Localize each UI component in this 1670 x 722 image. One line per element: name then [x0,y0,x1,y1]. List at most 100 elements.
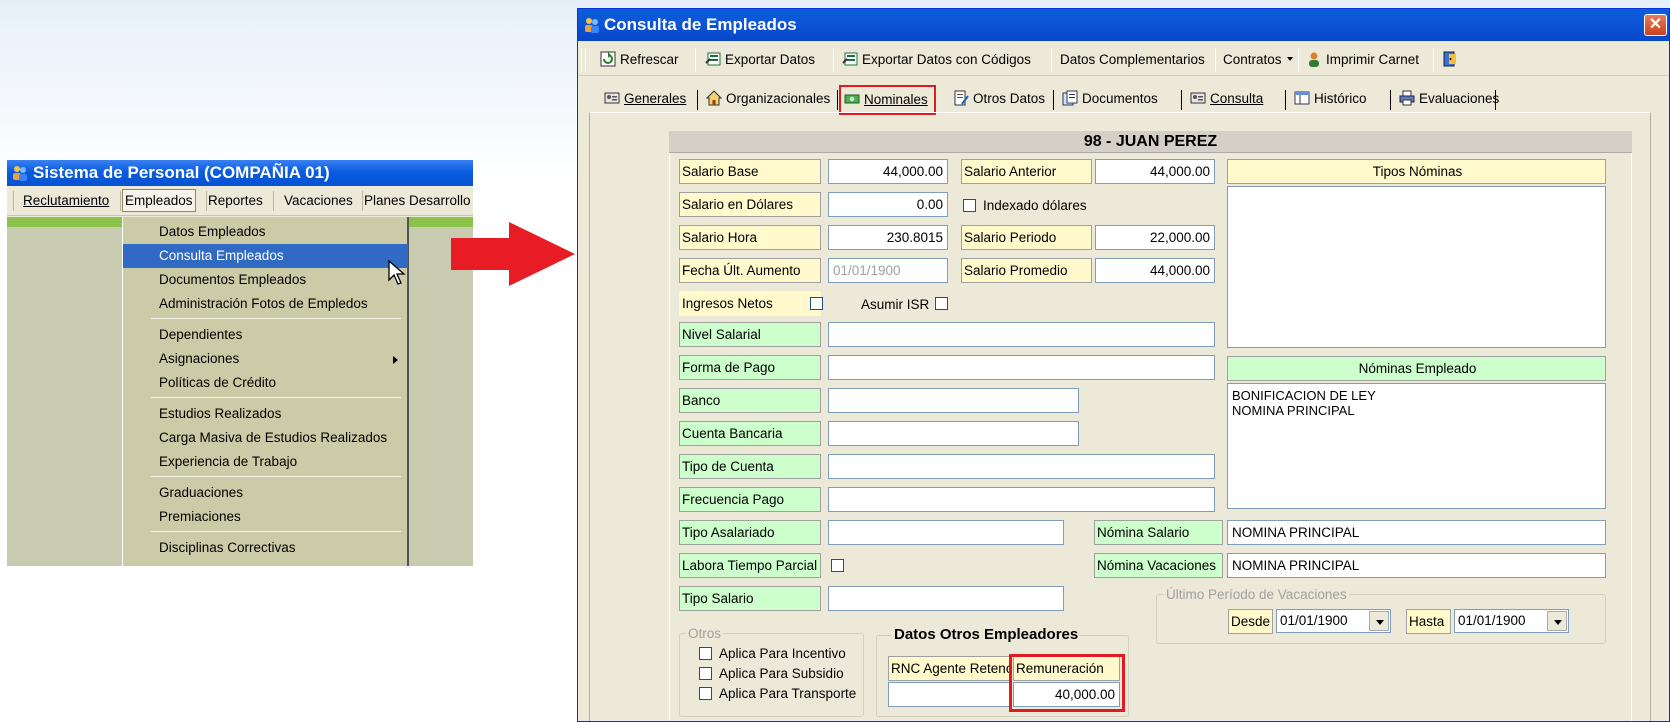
tab-documentos[interactable]: Documentos [1062,88,1158,110]
menu-datos-empleados[interactable]: Datos Empleados [123,220,408,244]
menu-vacaciones[interactable]: Vacaciones [284,193,353,208]
toolbar-separator [1433,48,1434,72]
menu-experiencia-trabajo[interactable]: Experiencia de Trabajo [123,450,408,474]
dropdown-arrow-icon[interactable] [1369,611,1389,631]
aplica-transporte-label: Aplica Para Transporte [719,686,857,701]
export-button[interactable]: Exportar Datos [705,49,815,71]
complementary-data-button[interactable]: Datos Complementarios [1060,49,1205,71]
people-icon [585,18,599,33]
desde-value: 01/01/1900 [1280,613,1348,628]
tab-generales-label: Generales [624,91,687,106]
asumir-isr-checkbox[interactable] [935,297,948,310]
hasta-date-picker[interactable]: 01/01/1900 [1454,609,1569,633]
toolbar-separator [695,48,696,72]
export-codes-button[interactable]: Exportar Datos con Códigos [842,49,1031,71]
tab-strip: Generales Organizacionales Nominales Otr… [578,85,1669,115]
nivel-salarial-field[interactable] [828,322,1215,347]
tipo-cuenta-field[interactable] [828,454,1215,479]
dropdown-arrow-icon[interactable] [1547,611,1567,631]
tab-organizacionales[interactable]: Organizacionales [706,88,830,110]
tab-nominales[interactable]: Nominales [839,85,936,115]
tab-nominales-label: Nominales [864,92,928,107]
tab-separator [1495,90,1496,110]
toolbar-separator [1298,48,1299,72]
tipo-asalariado-field[interactable] [828,520,1064,545]
aplica-subsidio-checkbox[interactable] [699,667,712,680]
indexado-dolares-checkbox[interactable] [963,199,976,212]
salario-base-field[interactable]: 44,000.00 [828,159,948,184]
menu-reclutamiento[interactable]: Reclutamiento [23,193,109,208]
nominas-empleado-list[interactable]: BONIFICACION DE LEY NOMINA PRINCIPAL [1227,383,1606,509]
printer-icon [1399,90,1415,106]
tipo-salario-label: Tipo Salario [679,586,821,611]
tipos-nominas-list[interactable] [1227,186,1606,348]
nomina-vacaciones-field[interactable]: NOMINA PRINCIPAL [1227,553,1606,578]
banco-field[interactable] [828,388,1079,413]
tab-separator [697,90,698,110]
tab-separator [1390,90,1391,110]
menu-reportes[interactable]: Reportes [208,193,263,208]
salario-periodo-field[interactable]: 22,000.00 [1095,225,1215,250]
aplica-subsidio-label: Aplica Para Subsidio [719,666,844,681]
toolbar-separator [1215,48,1216,72]
list-item[interactable]: NOMINA PRINCIPAL [1232,403,1601,418]
menu-separator [151,476,401,477]
menu-estudios-realizados[interactable]: Estudios Realizados [123,402,408,426]
id-card-icon [604,92,620,104]
tab-historico[interactable]: Histórico [1294,88,1367,110]
close-button[interactable]: ✕ [1644,14,1667,36]
menu-separator [362,191,363,211]
refresh-button[interactable]: Refrescar [600,49,679,71]
menu-graduaciones[interactable]: Graduaciones [123,481,408,505]
red-arrow-icon [451,222,575,286]
menu-premiaciones[interactable]: Premiaciones [123,505,408,529]
menu-empleados[interactable]: Empleados [122,189,196,212]
menu-dependientes[interactable]: Dependientes [123,323,408,347]
desde-date-picker[interactable]: 01/01/1900 [1276,609,1391,633]
fecha-ultimo-aumento-field[interactable]: 01/01/1900 [828,258,948,283]
labora-tiempo-parcial-checkbox[interactable] [831,559,844,572]
excel-export-icon [705,52,721,66]
money-icon [844,94,860,104]
cuenta-bancaria-field[interactable] [828,421,1079,446]
menu-politicas-credito[interactable]: Políticas de Crédito [123,371,408,395]
toolbar-separator [1051,48,1052,72]
hasta-label: Hasta [1406,609,1451,634]
menu-consulta-empleados[interactable]: Consulta Empleados [123,244,408,268]
list-item[interactable]: BONIFICACION DE LEY [1232,388,1601,403]
salario-dolares-field[interactable]: 0.00 [828,192,948,217]
exit-button[interactable] [1442,49,1462,71]
tipo-salario-field[interactable] [828,586,1064,611]
salario-anterior-field[interactable]: 44,000.00 [1095,159,1215,184]
menu-asignaciones[interactable]: Asignaciones [123,347,408,371]
tipo-asalariado-label: Tipo Asalariado [679,520,821,545]
contracts-button[interactable]: Contratos [1223,49,1294,71]
nomina-salario-field[interactable]: NOMINA PRINCIPAL [1227,520,1606,545]
frecuencia-pago-field[interactable] [828,487,1215,512]
tab-evaluaciones[interactable]: Evaluaciones [1399,88,1499,110]
toolbar: Refrescar Exportar Datos Exportar Datos … [578,42,1669,76]
ingresos-netos-checkbox[interactable] [810,297,823,310]
menu-documentos-empleados[interactable]: Documentos Empleados [123,268,408,292]
menu-disciplinas-correctivas[interactable]: Disciplinas Correctivas [123,536,408,560]
otros-empleadores-legend: Datos Otros Empleadores [892,626,1081,643]
export-label: Exportar Datos [725,52,816,67]
forma-pago-field[interactable] [828,355,1215,380]
tab-otros-datos[interactable]: Otros Datos [953,88,1045,110]
salario-hora-field[interactable]: 230.8015 [828,225,948,250]
aplica-transporte-checkbox[interactable] [699,687,712,700]
menu-planes-desarrollo[interactable]: Planes Desarrollo [364,193,471,208]
nomina-vacaciones-label: Nómina Vacaciones [1094,553,1223,578]
aplica-incentivo-checkbox[interactable] [699,647,712,660]
rnc-agente-field[interactable] [888,682,1011,707]
salario-dolares-label: Salario en Dólares [679,192,821,217]
salario-promedio-field[interactable]: 44,000.00 [1095,258,1215,283]
left-app-screenshot: Sistema de Personal (COMPAÑIA 01) Reclut… [7,160,473,566]
salario-periodo-label: Salario Periodo [961,225,1092,250]
menu-fotos-empleados[interactable]: Administración Fotos de Empledos [123,292,408,316]
menu-carga-masiva-estudios[interactable]: Carga Masiva de Estudios Realizados [123,426,408,450]
tab-generales[interactable]: Generales [604,88,686,110]
tab-consulta[interactable]: Consulta [1190,88,1263,110]
tab-otros-datos-label: Otros Datos [973,91,1046,106]
print-card-button[interactable]: Imprimir Carnet [1306,49,1419,71]
